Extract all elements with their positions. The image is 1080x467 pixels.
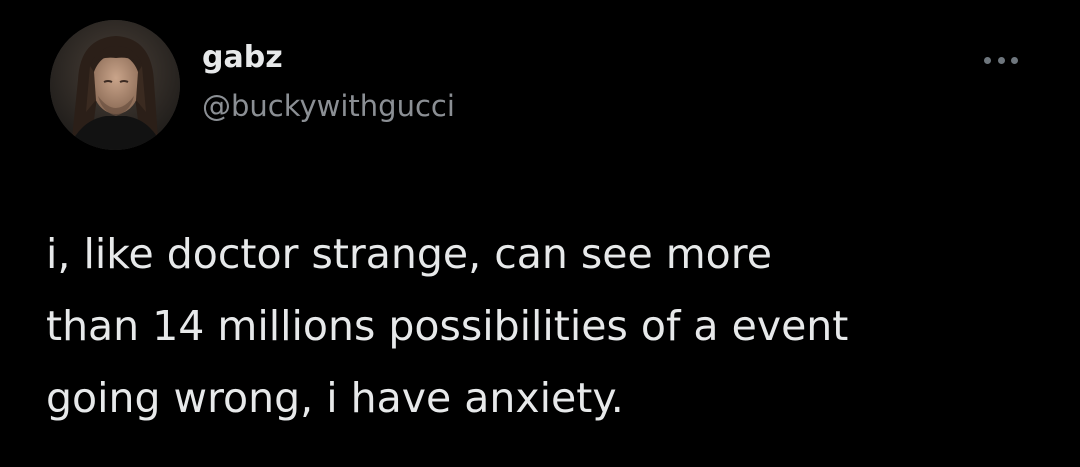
more-dot: [997, 56, 1005, 64]
author-handle[interactable]: @buckywithgucci: [202, 88, 455, 124]
avatar[interactable]: [50, 20, 180, 150]
tweet-text-line: than 14 millions possibilities of a even…: [46, 302, 849, 350]
author-name[interactable]: gabz: [202, 40, 283, 76]
tweet-text-line: going wrong, i have anxiety.: [46, 374, 624, 422]
tweet-text-line: i, like doctor strange, can see more: [46, 230, 772, 278]
more-horizontal-icon: [984, 56, 1018, 64]
more-dot: [984, 56, 991, 64]
more-dot: [1011, 56, 1018, 64]
more-options-button[interactable]: [978, 48, 1024, 72]
avatar-image: [50, 20, 180, 150]
tweet-text: i, like doctor strange, can see more tha…: [46, 218, 1046, 434]
tweet-card: gabz @buckywithgucci i, like doctor stra…: [0, 0, 1080, 467]
